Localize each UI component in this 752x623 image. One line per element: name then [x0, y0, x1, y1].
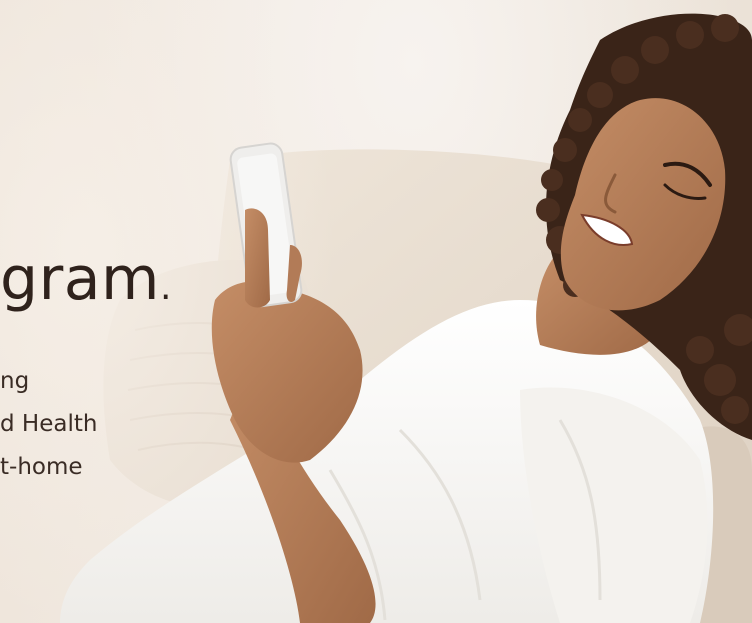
- hero-subtext-line: ng: [0, 368, 30, 394]
- hero-subtext-line: d Health: [0, 411, 98, 437]
- hero-banner: gram. ng d Health t-home: [0, 0, 752, 623]
- hero-headline-text: gram: [0, 244, 160, 314]
- hero-subtext-line: t-home: [0, 454, 83, 480]
- hero-subtext: ng d Health t-home: [0, 360, 97, 489]
- hero-headline-punct: .: [159, 267, 172, 308]
- hero-headline: gram.: [0, 242, 172, 325]
